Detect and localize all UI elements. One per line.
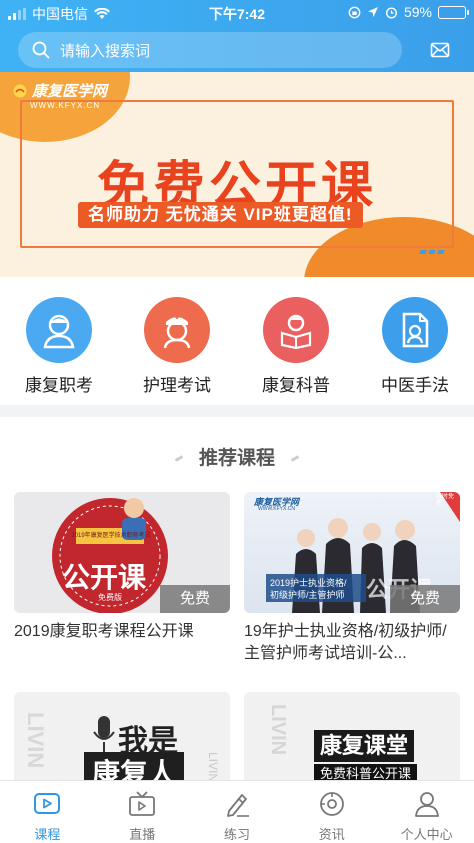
thumb-badge: 限时免费 — [436, 494, 455, 507]
category-grid: 康复职考 护理考试 康复科普 中医手法 — [0, 277, 474, 405]
user-icon — [414, 792, 439, 817]
section-title: 推荐课程 — [0, 443, 474, 470]
pencil-icon — [227, 794, 249, 817]
tab-label: 资讯 — [318, 827, 345, 842]
tab-profile[interactable]: 个人中心 — [379, 781, 474, 843]
category-nursing-exam[interactable]: 护理考试 — [127, 297, 227, 396]
course-thumbnail: LIVIN 我是 康复人 LIVIN — [14, 692, 230, 787]
course-title: 2019康复职考课程公开课 — [14, 623, 194, 640]
thumb-side-text: LIVIN — [23, 712, 48, 769]
banner-logo: 康复医学网 WWW.KFYX.CN — [12, 80, 107, 110]
recommended-section: 推荐课程 2019年康复医学技术职称考试 公开课 免费版 免费 2019康复职考… — [0, 417, 474, 787]
bottom-tab-bar: 课程 直播 练习 资讯 个人中心 — [0, 780, 474, 843]
tab-label: 课程 — [34, 827, 61, 842]
thumb-caption: 2019护士执业资格/ 初级护师/主管护师 — [270, 577, 347, 601]
thumb-caption-top: 2019年康复医学技术职称考试 — [71, 533, 151, 539]
course-title: 19年护士执业资格/初级护师/主管护师考试培训-公... — [244, 623, 447, 662]
thumb-caption-main: 公开课 — [62, 562, 147, 593]
tab-label: 练习 — [223, 827, 250, 842]
reader-icon — [280, 314, 312, 350]
mail-icon[interactable] — [430, 40, 450, 60]
tab-live[interactable]: 直播 — [95, 781, 190, 843]
category-icon-circle — [26, 297, 92, 363]
thumb-main: 康复课堂 — [314, 730, 415, 762]
student-icon — [43, 314, 75, 349]
status-right: 59% — [348, 4, 469, 20]
free-tag: 免费 — [390, 585, 460, 613]
battery-percent: 59% — [403, 4, 432, 20]
course-thumbnail: LIVIN 康复课堂 免费科普公开课 — [244, 692, 460, 787]
section-title-text: 推荐课程 — [198, 448, 275, 469]
document-icon — [402, 312, 429, 348]
carousel-indicator — [419, 250, 445, 254]
thumb-caption-line: 初级护师/主管护师 — [270, 590, 345, 600]
header: 中国电信 下午7:42 59% 请输入搜索词 — [0, 0, 474, 72]
course-card[interactable]: 康复医学网 WWW.KFYX.CN 2019护士执业资格/ 初级护师/主管护师 … — [244, 492, 460, 665]
battery-icon — [438, 5, 469, 19]
location-icon — [367, 7, 378, 17]
search-row: 请输入搜索词 — [0, 32, 474, 70]
course-icon — [34, 793, 61, 814]
app-root: 中国电信 下午7:42 59% 请输入搜索词 康复医学网 WWW.KFYX.CN… — [0, 0, 474, 843]
thumb-caption-line: 2019护士执业资格/ — [270, 578, 347, 588]
thumb-caption-small: 免费版 — [98, 593, 122, 602]
thumb-side-text: LIVIN — [206, 752, 220, 783]
course-thumbnail: 2019年康复医学技术职称考试 公开课 免费版 免费 — [14, 492, 230, 613]
course-thumbnail: 康复医学网 WWW.KFYX.CN 2019护士执业资格/ 初级护师/主管护师 … — [244, 492, 460, 613]
course-card[interactable]: 2019年康复医学技术职称考试 公开课 免费版 免费 2019康复职考课程公开课 — [14, 492, 230, 643]
course-card[interactable]: LIVIN 我是 康复人 LIVIN — [14, 692, 230, 787]
category-icon-circle — [263, 297, 329, 363]
category-kangfu-exam[interactable]: 康复职考 — [9, 297, 109, 396]
course-card[interactable]: LIVIN 康复课堂 免费科普公开课 — [244, 692, 460, 787]
category-label: 康复职考 — [25, 376, 93, 395]
logo-url: WWW.KFYX.CN — [30, 101, 101, 110]
logo-name: 康复医学网 — [32, 83, 108, 100]
banner-subtitle: 名师助力 无忧通关 VIP班更超值! — [78, 202, 363, 228]
nurse-icon — [163, 315, 191, 349]
tab-practice[interactable]: 练习 — [190, 781, 285, 843]
tab-label: 个人中心 — [400, 827, 453, 842]
thumb-side-text: LIVIN — [267, 704, 289, 756]
category-icon-circle — [382, 297, 448, 363]
category-tcm-technique[interactable]: 中医手法 — [365, 297, 465, 396]
promo-banner[interactable]: 康复医学网 WWW.KFYX.CN 免费公开课 名师助力 无忧通关 VIP班更超… — [0, 72, 474, 277]
category-label: 中医手法 — [381, 376, 449, 395]
alarm-icon — [385, 6, 397, 19]
category-label: 康复科普 — [262, 376, 330, 395]
category-label: 护理考试 — [143, 376, 211, 395]
category-icon-circle — [144, 297, 210, 363]
rotation-lock-icon — [348, 6, 361, 18]
search-icon — [32, 41, 50, 59]
search-placeholder: 请输入搜索词 — [60, 42, 151, 60]
title-dash — [290, 455, 300, 463]
category-kangfu-science[interactable]: 康复科普 — [246, 297, 346, 396]
news-icon — [319, 792, 344, 816]
tab-course[interactable]: 课程 — [0, 781, 95, 843]
tab-label: 直播 — [129, 827, 156, 842]
tab-news[interactable]: 资讯 — [284, 781, 379, 843]
title-dash — [174, 455, 184, 463]
status-bar: 中国电信 下午7:42 59% — [0, 0, 474, 26]
tv-icon — [129, 791, 156, 816]
search-input[interactable]: 请输入搜索词 — [18, 32, 402, 68]
free-tag: 免费 — [160, 585, 230, 613]
logo-mark-icon — [13, 84, 27, 97]
